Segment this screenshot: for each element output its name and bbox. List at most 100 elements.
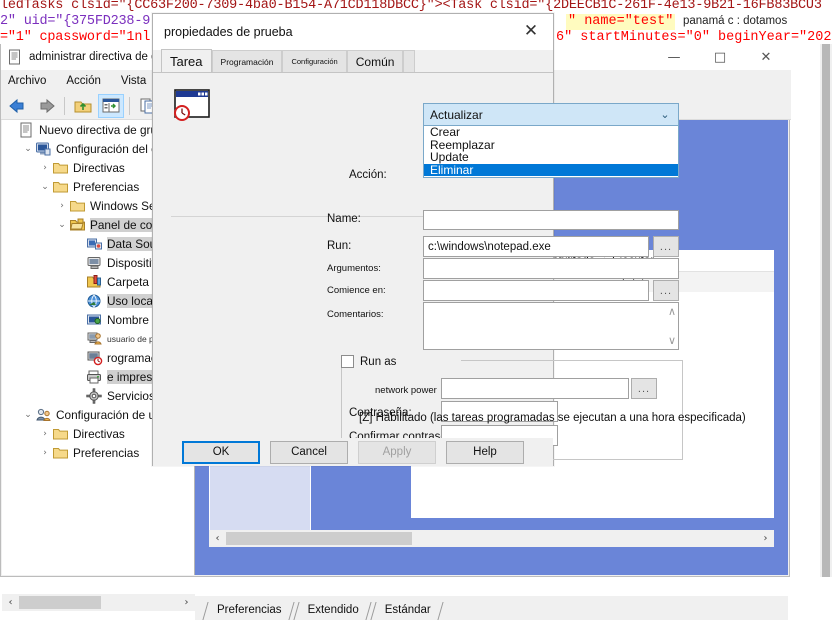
list-view-bottom-tabs: Preferencias Extendido Estándar bbox=[195, 596, 788, 620]
chevron-icon[interactable]: › bbox=[38, 429, 52, 439]
tab-extendido[interactable]: Extendido bbox=[294, 600, 371, 620]
local-users-icon bbox=[86, 331, 103, 347]
forward-arrow-icon[interactable] bbox=[33, 94, 59, 118]
run-label: Run: bbox=[327, 240, 352, 252]
services-icon bbox=[86, 387, 103, 404]
comentarios-label: Comentarios: bbox=[327, 309, 384, 320]
close-button[interactable]: ✕ bbox=[743, 44, 789, 70]
accion-select-options[interactable]: Crear Reemplazar Update Eliminar bbox=[423, 126, 679, 178]
devices-icon bbox=[86, 255, 103, 271]
comience-en-input[interactable] bbox=[423, 280, 649, 301]
document-icon bbox=[7, 49, 23, 65]
network-power-label-row: network power bbox=[375, 385, 437, 396]
scheduled-tasks-icon bbox=[86, 350, 103, 366]
menu-item-vista[interactable]: Vista bbox=[118, 74, 149, 88]
option-update[interactable]: Update bbox=[424, 151, 678, 164]
dialog-footer: OK Cancel Apply Help bbox=[153, 438, 553, 466]
tree-scroll-right-arrow[interactable]: › bbox=[178, 597, 195, 608]
tree-item-label: Preferencias bbox=[73, 445, 140, 460]
tree-item-label: Servicios bbox=[107, 388, 155, 403]
computer-icon bbox=[35, 141, 52, 157]
accion-select[interactable]: Actualizar ⌄ bbox=[423, 103, 679, 126]
comience-en-browse-button[interactable]: ... bbox=[653, 280, 679, 301]
folder-icon bbox=[52, 179, 69, 195]
argumentos-label: Argumentos: bbox=[327, 263, 381, 274]
tab-tarea[interactable]: Tarea bbox=[161, 49, 212, 72]
option-crear[interactable]: Crear bbox=[424, 126, 678, 139]
chevron-down-icon[interactable]: ⌄ bbox=[652, 108, 678, 121]
list-scroll-thumb[interactable] bbox=[226, 532, 412, 545]
dialog-close-icon[interactable]: ✕ bbox=[509, 14, 553, 48]
list-scroll-right-arrow[interactable]: › bbox=[757, 533, 774, 544]
dialog-title-bar: propiedades de prueba bbox=[153, 14, 553, 50]
network-power-label: network power bbox=[375, 385, 437, 396]
name-label: Name: bbox=[327, 213, 361, 225]
chevron-icon[interactable]: ⌄ bbox=[21, 144, 35, 154]
argumentos-input[interactable] bbox=[423, 258, 679, 279]
printers-icon bbox=[86, 369, 103, 385]
tree-horizontal-scrollbar[interactable]: ‹ › bbox=[2, 594, 195, 611]
chevron-icon[interactable]: › bbox=[55, 201, 69, 211]
chevron-icon[interactable]: › bbox=[38, 448, 52, 458]
option-eliminar[interactable]: Eliminar bbox=[424, 163, 678, 176]
back-arrow-icon[interactable] bbox=[5, 94, 31, 118]
comentarios-scroll-up-icon[interactable]: ∧ bbox=[668, 305, 676, 318]
chevron-icon[interactable]: ⌄ bbox=[38, 182, 52, 192]
comentarios-scroll-down-icon[interactable]: ∨ bbox=[668, 334, 676, 347]
run-input[interactable]: c:\windows\notepad.exe bbox=[423, 236, 649, 257]
run-browse-button[interactable]: ... bbox=[653, 236, 679, 257]
argumentos-label-row: Argumentos: bbox=[327, 263, 381, 274]
dialog-title-text: propiedades de prueba bbox=[164, 25, 293, 39]
name-input[interactable] bbox=[423, 210, 679, 230]
runas-checkbox[interactable]: Run as bbox=[341, 355, 396, 368]
code-line-2-left: 2" uid="{375FD238-9 bbox=[0, 14, 151, 29]
tab-programacion[interactable]: Programación bbox=[211, 50, 283, 72]
tab-overflow[interactable] bbox=[403, 50, 416, 72]
cancel-button[interactable]: Cancel bbox=[270, 440, 348, 464]
network-options-icon bbox=[86, 312, 103, 328]
tree-item-label: Preferencias bbox=[73, 179, 140, 194]
runas-checkbox-box[interactable] bbox=[341, 355, 354, 368]
minimize-button[interactable]: — bbox=[651, 44, 697, 70]
dialog-tab-strip: Tarea Programación Configuración Común bbox=[153, 49, 553, 72]
accion-select-value: Actualizar bbox=[430, 107, 483, 122]
comience-en-label: Comience en: bbox=[327, 285, 386, 296]
page-vertical-scrollbar[interactable] bbox=[820, 44, 832, 577]
chevron-icon[interactable]: ⌄ bbox=[55, 220, 69, 230]
toolbar-separator-2 bbox=[129, 96, 130, 115]
comentarios-textarea[interactable]: ∧ ∨ bbox=[423, 302, 679, 350]
ok-button[interactable]: OK bbox=[182, 440, 260, 464]
menu-item-accion[interactable]: Acción bbox=[63, 74, 104, 88]
tab-preferencias[interactable]: Preferencias bbox=[203, 600, 294, 620]
toolbar-separator bbox=[64, 96, 65, 115]
list-scroll-left-arrow[interactable]: ‹ bbox=[209, 533, 226, 544]
maximize-button[interactable]: □ bbox=[697, 44, 743, 70]
scheduled-task-window-icon bbox=[171, 87, 215, 127]
network-power-browse-button[interactable]: ... bbox=[631, 378, 657, 399]
apply-button[interactable]: Apply bbox=[358, 440, 436, 464]
runas-checkbox-label: Run as bbox=[360, 355, 397, 368]
page-scroll-thumb[interactable] bbox=[822, 44, 830, 577]
show-hide-tree-icon[interactable] bbox=[98, 93, 124, 118]
accion-label-row: Acción: bbox=[349, 169, 387, 181]
folder-icon bbox=[52, 160, 69, 176]
tab-configuracion[interactable]: Configuración bbox=[282, 50, 347, 72]
enabled-note: [Z] Habilitado (las tareas programadas s… bbox=[359, 412, 746, 424]
chevron-icon[interactable]: › bbox=[38, 163, 52, 173]
tree-scroll-thumb[interactable] bbox=[19, 596, 101, 609]
code-line-3: ="1" cpassword="1nl bbox=[0, 30, 150, 45]
task-properties-dialog: propiedades de prueba ✕ Tarea Programaci… bbox=[152, 13, 746, 466]
up-folder-icon[interactable] bbox=[70, 94, 96, 118]
name-label-row: Name: bbox=[327, 213, 361, 225]
help-button[interactable]: Help bbox=[446, 440, 524, 464]
document-icon bbox=[18, 122, 35, 138]
list-horizontal-scrollbar[interactable]: ‹ › bbox=[209, 530, 774, 547]
network-power-input[interactable] bbox=[441, 378, 629, 399]
tab-comun[interactable]: Común bbox=[346, 50, 404, 72]
tree-scroll-left-arrow[interactable]: ‹ bbox=[2, 597, 19, 608]
code-line-3-left: ="1" cpassword="1nl bbox=[0, 30, 151, 45]
menu-item-archivo[interactable]: Archivo bbox=[5, 74, 49, 88]
code-line-3-right: 6" startMinutes="0" beginYear="2024 bbox=[556, 30, 832, 45]
chevron-icon[interactable]: ⌄ bbox=[21, 410, 35, 420]
tab-estandar[interactable]: Estándar bbox=[371, 600, 443, 620]
